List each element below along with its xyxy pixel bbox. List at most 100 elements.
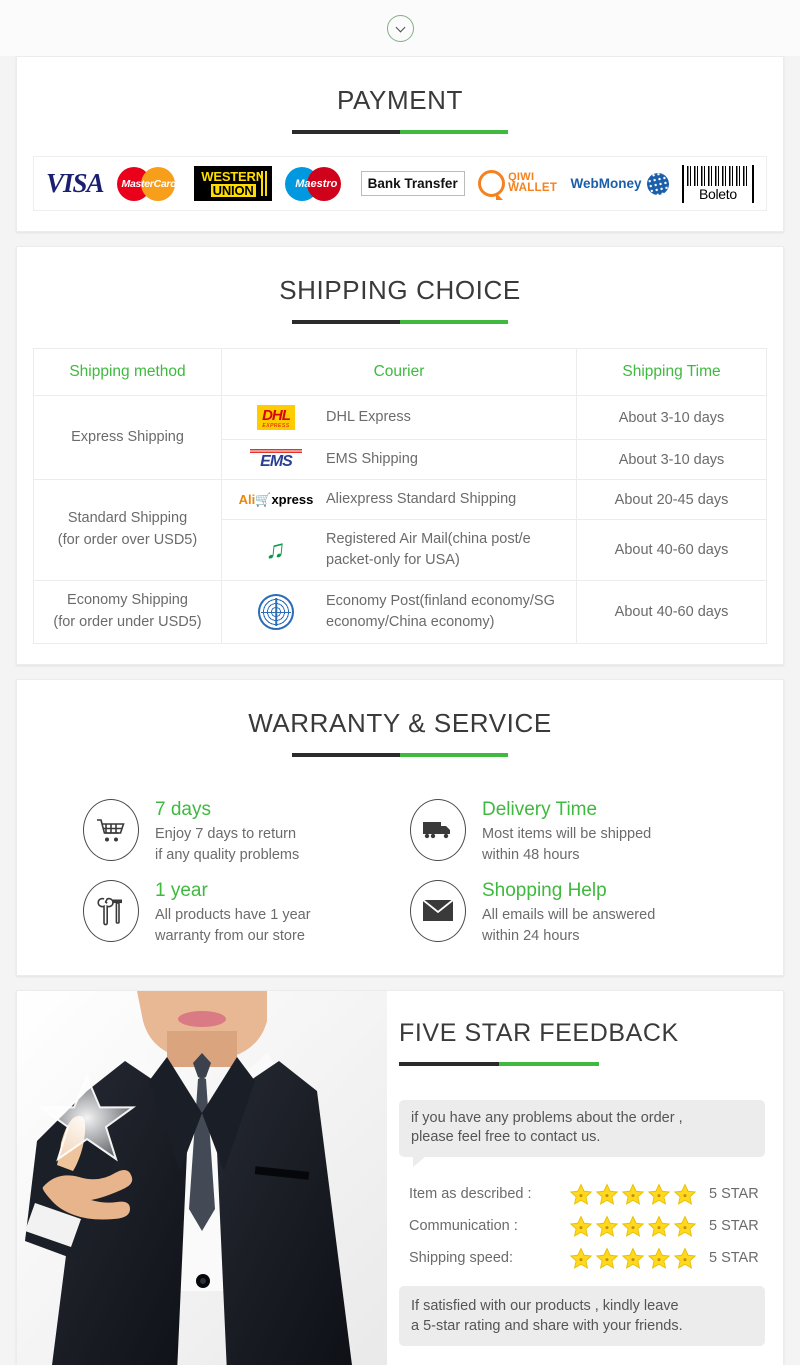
feedback-content: FIVE STAR FEEDBACK if you have any probl… [387,991,783,1365]
western-union-line2: UNION [210,182,256,198]
maestro-icon: Maestro [285,166,347,201]
star-icon [595,1215,619,1237]
barcode-icon [686,165,749,186]
courier-dhl: DHL EXPRESS DHL Express [221,395,577,440]
qiwi-wallet-icon: QIWI WALLET [478,170,558,200]
bubble-line1: if you have any problems about the order… [411,1109,683,1126]
footer-line1: If satisfied with our products , kindly … [411,1297,679,1314]
webmoney-globe-icon [644,170,671,197]
rating-row: Shipping speed: 5 STAR [409,1247,765,1270]
rating-label: Communication : [409,1218,518,1235]
method-line2: (for order under USD5) [53,613,202,630]
page-title: PAYMENT [336,85,464,115]
star-icon [621,1247,645,1269]
rating-label: Shipping speed: [409,1250,513,1267]
star-icon [673,1215,697,1237]
star-icon [621,1215,645,1237]
courier-label: Aliexpress Standard Shipping [326,491,517,508]
warranty-line1: Most items will be shipped [482,825,652,842]
courier-aliexpress: Ali🛒xpress Aliexpress Standard Shipping [221,479,577,521]
feedback-section: FIVE STAR FEEDBACK if you have any probl… [16,989,784,1365]
webmoney-label: WebMoney [570,176,642,191]
time-aliexpress: About 20-45 days [576,479,767,521]
rating-label: Item as described : [409,1186,532,1203]
method-economy: Economy Shipping (for order under USD5) [33,580,222,644]
ems-logo: EMS [230,449,322,470]
star-icon [647,1247,671,1269]
warranty-line1: All products have 1 year [155,906,311,923]
courier-economy-post: Economy Post(finland economy/SG economy/… [221,580,577,644]
chevron-down-icon[interactable] [386,14,414,42]
courier-label: DHL Express [326,408,411,425]
warranty-section: WARRANTY & SERVICE 7 days Enjoy 7 days t… [16,678,784,976]
title-underline [292,130,508,134]
warranty-item-returns: 7 days Enjoy 7 days to return if any qual… [83,798,390,866]
ratings-list: Item as described : 5 STAR Communication… [399,1183,765,1270]
title-underline [292,320,508,324]
rating-value: 5 STAR [709,1218,759,1235]
bank-transfer-label: Bank Transfer [360,171,465,196]
warranty-line1: Enjoy 7 days to return [155,825,297,842]
warranty-item-one-year: 1 year All products have 1 year warranty … [83,879,390,947]
un-logo [230,593,322,630]
star-icon [673,1247,697,1269]
star-icon [595,1247,619,1269]
star-icon [569,1183,593,1205]
table-row: Economy Shipping (for order under USD5) … [33,580,767,644]
rating-row: Item as described : 5 STAR [409,1183,765,1206]
star-icon [569,1215,593,1237]
feedback-title: FIVE STAR FEEDBACK [399,1018,679,1047]
qiwi-line2: WALLET [508,182,558,195]
star-icon [569,1247,593,1269]
contact-bubble: if you have any problems about the order… [399,1099,765,1167]
time-china-post: About 40-60 days [576,519,767,582]
rating-value: 5 STAR [709,1250,759,1267]
courier-china-post: ♫ Registered Air Mail(china post/e packe… [221,519,577,582]
warranty-heading: Delivery Time [482,798,598,820]
western-union-icon: WESTERN UNION [194,166,272,201]
table-row: Standard Shipping (for order over USD5) … [33,479,767,582]
col-shipping-time: Shipping Time [576,348,767,396]
star-icon [595,1183,619,1205]
warranty-heading: Shopping Help [482,879,607,901]
rating-row: Communication : 5 STAR [409,1215,765,1238]
table-row: Express Shipping DHL EXPRESS DHL Express … [33,394,767,481]
footer-line2: a 5-star rating and share with your frie… [411,1318,683,1335]
tools-icon [83,879,139,942]
warranty-line2: warranty from our store [155,927,305,944]
method-standard: Standard Shipping (for order over USD5) [33,479,222,582]
shipping-section: SHIPPING CHOICE Shipping method Courier … [16,246,784,665]
visa-label: VISA [46,168,105,198]
scroll-indicator[interactable] [0,0,800,56]
method-express: Express Shipping [33,394,222,481]
courier-label: EMS Shipping [326,451,418,467]
warranty-item-delivery: Delivery Time Most items will be shipped… [410,798,717,866]
table-header-row: Shipping method Courier Shipping Time [33,348,767,396]
star-rating-icon [569,1215,709,1238]
time-economy-post: About 40-60 days [576,580,767,644]
payment-section: PAYMENT VISA MasterCard WESTERN UNION Ma… [16,56,784,232]
courier-label: Registered Air Mail(china post/e packet-… [326,531,531,569]
bank-transfer-icon: Bank Transfer [360,171,465,196]
truck-icon [410,798,466,861]
western-union-line1: WESTERN [201,169,265,185]
col-courier: Courier [221,348,577,396]
col-shipping-method: Shipping method [33,348,222,396]
shipping-table: Shipping method Courier Shipping Time Ex… [33,348,767,644]
rating-value: 5 STAR [709,1186,759,1203]
boleto-icon: Boleto [681,164,754,203]
star-rating-icon [569,1183,709,1206]
method-line1: Economy Shipping [67,592,188,609]
title-underline [292,752,508,757]
payment-methods-strip: VISA MasterCard WESTERN UNION Maestro Ba… [33,156,767,211]
bubble-line2: please feel free to contact us. [411,1129,601,1146]
warranty-heading: 7 days [155,798,211,820]
china-post-logo: ♫ [264,535,288,565]
warranty-heading: 1 year [155,879,208,901]
star-rating-icon [569,1247,709,1270]
courier-label: Economy Post(finland economy/SG economy/… [326,592,555,630]
warranty-line2: within 24 hours [482,927,580,944]
feedback-footer-note: If satisfied with our products , kindly … [399,1285,765,1347]
dhl-logo: DHL EXPRESS [230,405,322,430]
webmoney-icon: WebMoney [570,170,671,197]
